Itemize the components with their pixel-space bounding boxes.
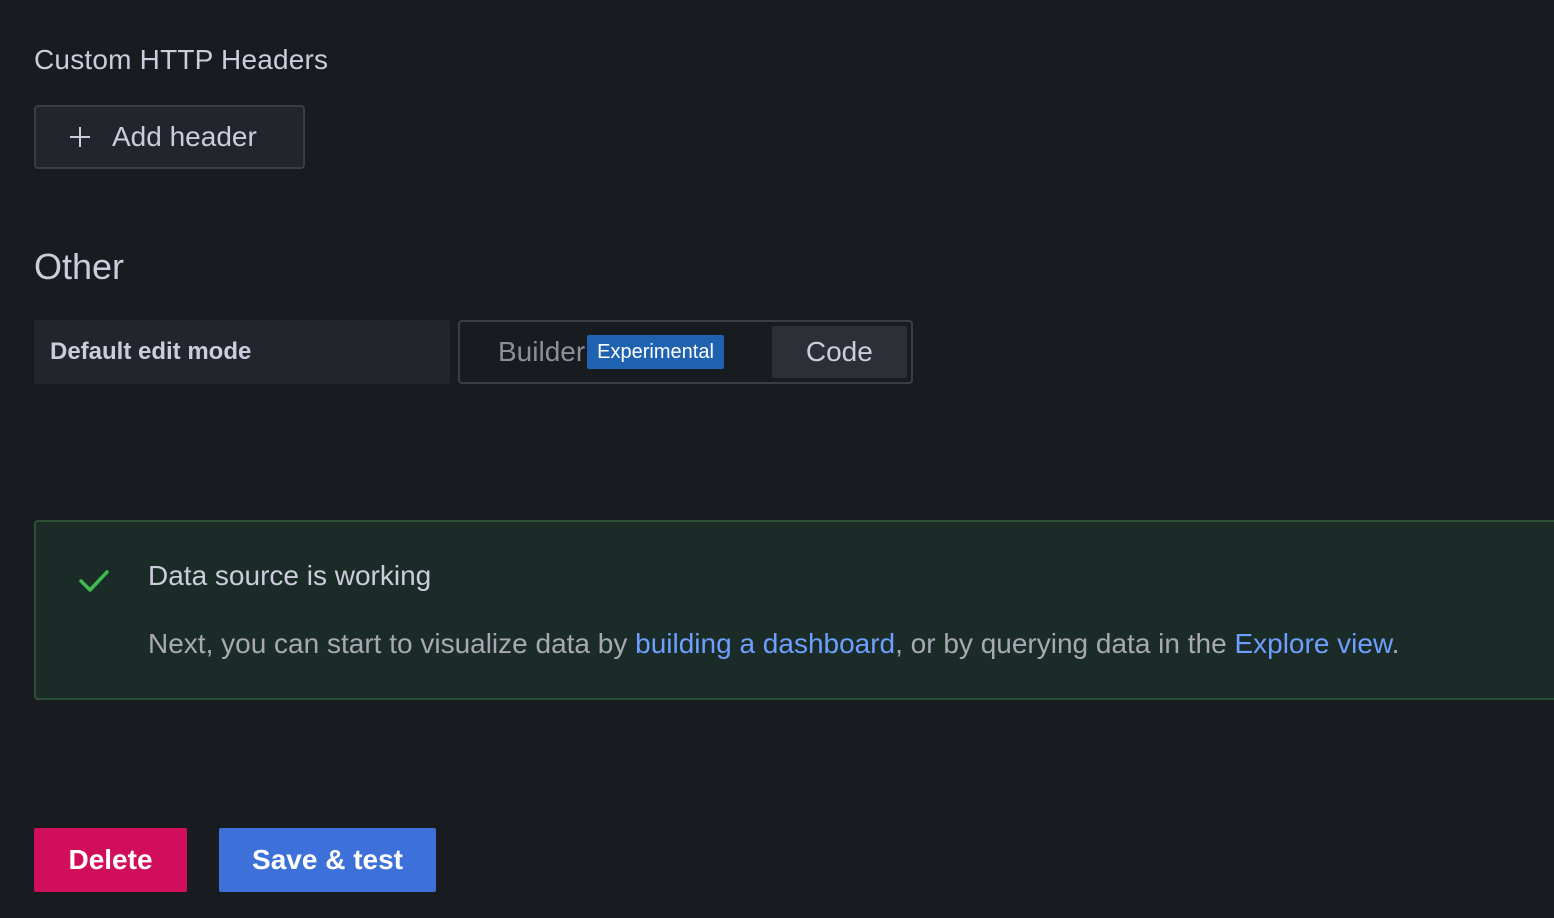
custom-http-headers-title: Custom HTTP Headers [34, 44, 329, 75]
alert-body-middle: , or by querying data in the [895, 628, 1235, 659]
save-test-button[interactable]: Save & test [219, 828, 436, 892]
experimental-badge: Experimental [587, 335, 724, 369]
check-icon [79, 570, 109, 592]
explore-view-link[interactable]: Explore view [1234, 628, 1391, 659]
alert-body: Next, you can start to visualize data by… [148, 628, 1399, 660]
alert-body-prefix: Next, you can start to visualize data by [148, 628, 636, 659]
alert-title: Data source is working [148, 560, 432, 591]
builder-label: Builder [498, 336, 586, 367]
delete-button[interactable]: Delete [34, 828, 187, 892]
building-dashboard-link[interactable]: building a dashboard [635, 628, 895, 659]
plus-icon [70, 127, 90, 147]
other-section-title: Other [34, 246, 125, 287]
add-header-label: Add header [112, 121, 257, 152]
edit-mode-radio-group: Builder Experimental Code [458, 320, 913, 384]
alert-body-suffix: . [1391, 628, 1400, 659]
add-header-button[interactable]: Add header [34, 105, 305, 169]
code-label: Code [805, 336, 873, 367]
default-edit-mode-label: Default edit mode [34, 320, 450, 384]
edit-mode-code-option[interactable]: Code [771, 326, 907, 378]
success-alert: Data source is working Next, you can sta… [34, 520, 1554, 700]
edit-mode-builder-option[interactable]: Builder Experimental [464, 326, 770, 378]
